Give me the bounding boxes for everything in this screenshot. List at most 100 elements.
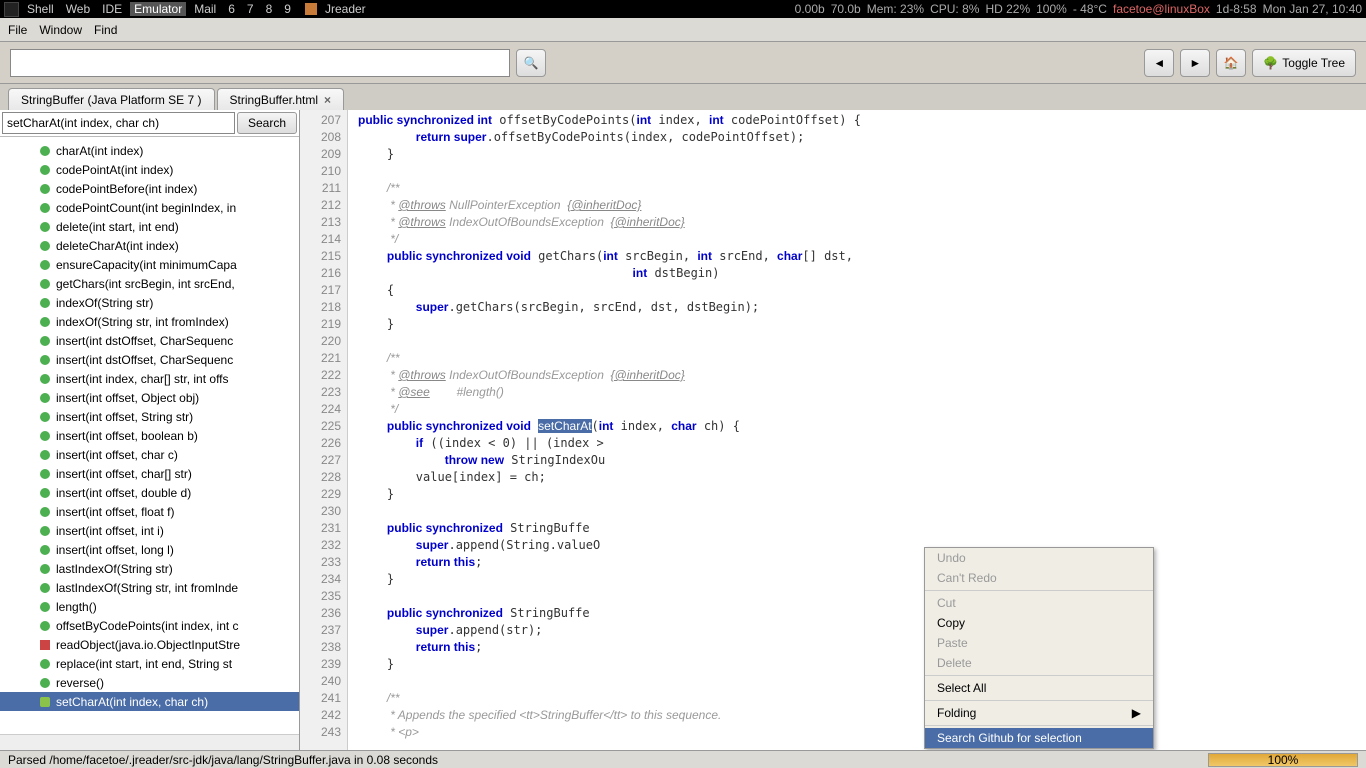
tree-item[interactable]: ensureCapacity(int minimumCapa — [0, 255, 299, 274]
tabbar: StringBuffer (Java Platform SE 7 ) Strin… — [0, 84, 1366, 110]
search-button[interactable]: 🔍 — [516, 49, 546, 77]
top-9[interactable]: 9 — [280, 2, 295, 16]
tree-item-label: charAt(int index) — [56, 144, 143, 158]
menu-find[interactable]: Find — [94, 23, 117, 37]
tree-item[interactable]: codePointAt(int index) — [0, 160, 299, 179]
tree-item[interactable]: replace(int start, int end, String st — [0, 654, 299, 673]
cm-search-github[interactable]: Search Github for selection — [925, 728, 1153, 748]
tree-item-label: insert(int dstOffset, CharSequenc — [56, 334, 233, 348]
tree-item[interactable]: length() — [0, 597, 299, 616]
tree-item[interactable]: insert(int offset, Object obj) — [0, 388, 299, 407]
tree-item[interactable]: charAt(int index) — [0, 141, 299, 160]
sidebar-search: Search — [0, 110, 299, 137]
method-icon — [40, 279, 50, 289]
tree-item[interactable]: offsetByCodePoints(int index, int c — [0, 616, 299, 635]
tree-item[interactable]: insert(int dstOffset, CharSequenc — [0, 350, 299, 369]
top-8[interactable]: 8 — [262, 2, 277, 16]
top-mail[interactable]: Mail — [190, 2, 220, 16]
statusbar: Parsed /home/facetoe/.jreader/src-jdk/ja… — [0, 750, 1366, 768]
method-icon — [40, 431, 50, 441]
member-search-input[interactable] — [2, 112, 235, 134]
cm-paste[interactable]: Paste — [925, 633, 1153, 653]
tree-item[interactable]: reverse() — [0, 673, 299, 692]
close-icon[interactable]: × — [324, 93, 331, 107]
method-icon — [40, 317, 50, 327]
tree-item-label: setCharAt(int index, char ch) — [56, 695, 208, 709]
tab-label: StringBuffer (Java Platform SE 7 ) — [21, 93, 202, 107]
top-web[interactable]: Web — [62, 2, 94, 16]
top-7[interactable]: 7 — [243, 2, 258, 16]
tree-item[interactable]: indexOf(String str) — [0, 293, 299, 312]
tree-item[interactable]: insert(int dstOffset, CharSequenc — [0, 331, 299, 350]
tree-item[interactable]: deleteCharAt(int index) — [0, 236, 299, 255]
toggle-tree-button[interactable]: 🌳Toggle Tree — [1252, 49, 1356, 77]
method-icon — [40, 374, 50, 384]
cm-cut[interactable]: Cut — [925, 593, 1153, 613]
h-scrollbar[interactable] — [0, 734, 299, 750]
tree-item-label: replace(int start, int end, String st — [56, 657, 232, 671]
tree-item[interactable]: insert(int index, char[] str, int offs — [0, 369, 299, 388]
method-icon — [40, 602, 50, 612]
tree-item-label: lastIndexOf(String str) — [56, 562, 173, 576]
cm-copy[interactable]: Copy — [925, 613, 1153, 633]
code-editor[interactable]: 2072082092102112122132142152162172182192… — [300, 110, 1366, 750]
tree-item[interactable]: lastIndexOf(String str, int fromInde — [0, 578, 299, 597]
tree-item[interactable]: insert(int offset, float f) — [0, 502, 299, 521]
method-icon — [40, 336, 50, 346]
app-name[interactable]: Jreader — [321, 2, 370, 16]
tree-item[interactable]: delete(int start, int end) — [0, 217, 299, 236]
workspace-icon[interactable] — [4, 2, 19, 17]
home-button[interactable]: 🏠 — [1216, 49, 1246, 77]
menu-window[interactable]: Window — [39, 23, 82, 37]
separator — [925, 700, 1153, 701]
tree-item[interactable]: indexOf(String str, int fromIndex) — [0, 312, 299, 331]
tab-javadoc[interactable]: StringBuffer (Java Platform SE 7 ) — [8, 88, 215, 110]
tree-item[interactable]: insert(int offset, boolean b) — [0, 426, 299, 445]
forward-button[interactable]: ► — [1180, 49, 1210, 77]
back-button[interactable]: ◄ — [1144, 49, 1174, 77]
tree-item[interactable]: codePointCount(int beginIndex, in — [0, 198, 299, 217]
method-icon — [40, 526, 50, 536]
cm-redo[interactable]: Can't Redo — [925, 568, 1153, 588]
tree-item-label: insert(int offset, float f) — [56, 505, 175, 519]
cm-folding[interactable]: Folding▶ — [925, 703, 1153, 723]
tree-item[interactable]: insert(int offset, int i) — [0, 521, 299, 540]
tree-item-label: indexOf(String str, int fromIndex) — [56, 315, 229, 329]
temp: - 48°C — [1073, 2, 1107, 16]
tree-item-label: insert(int offset, int i) — [56, 524, 164, 538]
cm-delete[interactable]: Delete — [925, 653, 1153, 673]
search-icon: 🔍 — [524, 56, 539, 70]
cpu: CPU: 8% — [930, 2, 979, 16]
cm-select-all[interactable]: Select All — [925, 678, 1153, 698]
uptime: 1d-8:58 — [1216, 2, 1257, 16]
tree-item[interactable]: insert(int offset, char c) — [0, 445, 299, 464]
tree-item[interactable]: lastIndexOf(String str) — [0, 559, 299, 578]
tree-item-label: codePointCount(int beginIndex, in — [56, 201, 236, 215]
top-shell[interactable]: Shell — [23, 2, 58, 16]
main-content: Search charAt(int index) codePointAt(int … — [0, 110, 1366, 750]
tree-item-label: lastIndexOf(String str, int fromInde — [56, 581, 238, 595]
cm-undo[interactable]: Undo — [925, 548, 1153, 568]
arrow-right-icon: ► — [1189, 56, 1201, 70]
mem: Mem: 23% — [867, 2, 924, 16]
tab-source[interactable]: StringBuffer.html× — [217, 88, 345, 110]
top-ide[interactable]: IDE — [98, 2, 126, 16]
main-search-input[interactable] — [10, 49, 510, 77]
tree-item[interactable]: setCharAt(int index, char ch) — [0, 692, 299, 711]
tree-item[interactable]: readObject(java.io.ObjectInputStre — [0, 635, 299, 654]
top-6[interactable]: 6 — [224, 2, 239, 16]
code-area[interactable]: public synchronized int offsetByCodePoin… — [348, 110, 1366, 750]
tree-item[interactable]: codePointBefore(int index) — [0, 179, 299, 198]
method-icon — [40, 564, 50, 574]
tree-item[interactable]: insert(int offset, long l) — [0, 540, 299, 559]
tree-item[interactable]: insert(int offset, double d) — [0, 483, 299, 502]
member-tree[interactable]: charAt(int index)codePointAt(int index)c… — [0, 137, 299, 734]
member-search-button[interactable]: Search — [237, 112, 297, 134]
chevron-right-icon: ▶ — [1132, 706, 1141, 720]
tree-item[interactable]: insert(int offset, String str) — [0, 407, 299, 426]
tree-item[interactable]: insert(int offset, char[] str) — [0, 464, 299, 483]
tree-item[interactable]: getChars(int srcBegin, int srcEnd, — [0, 274, 299, 293]
top-emulator[interactable]: Emulator — [130, 2, 186, 16]
menu-file[interactable]: File — [8, 23, 27, 37]
tree-item-label: reverse() — [56, 676, 104, 690]
